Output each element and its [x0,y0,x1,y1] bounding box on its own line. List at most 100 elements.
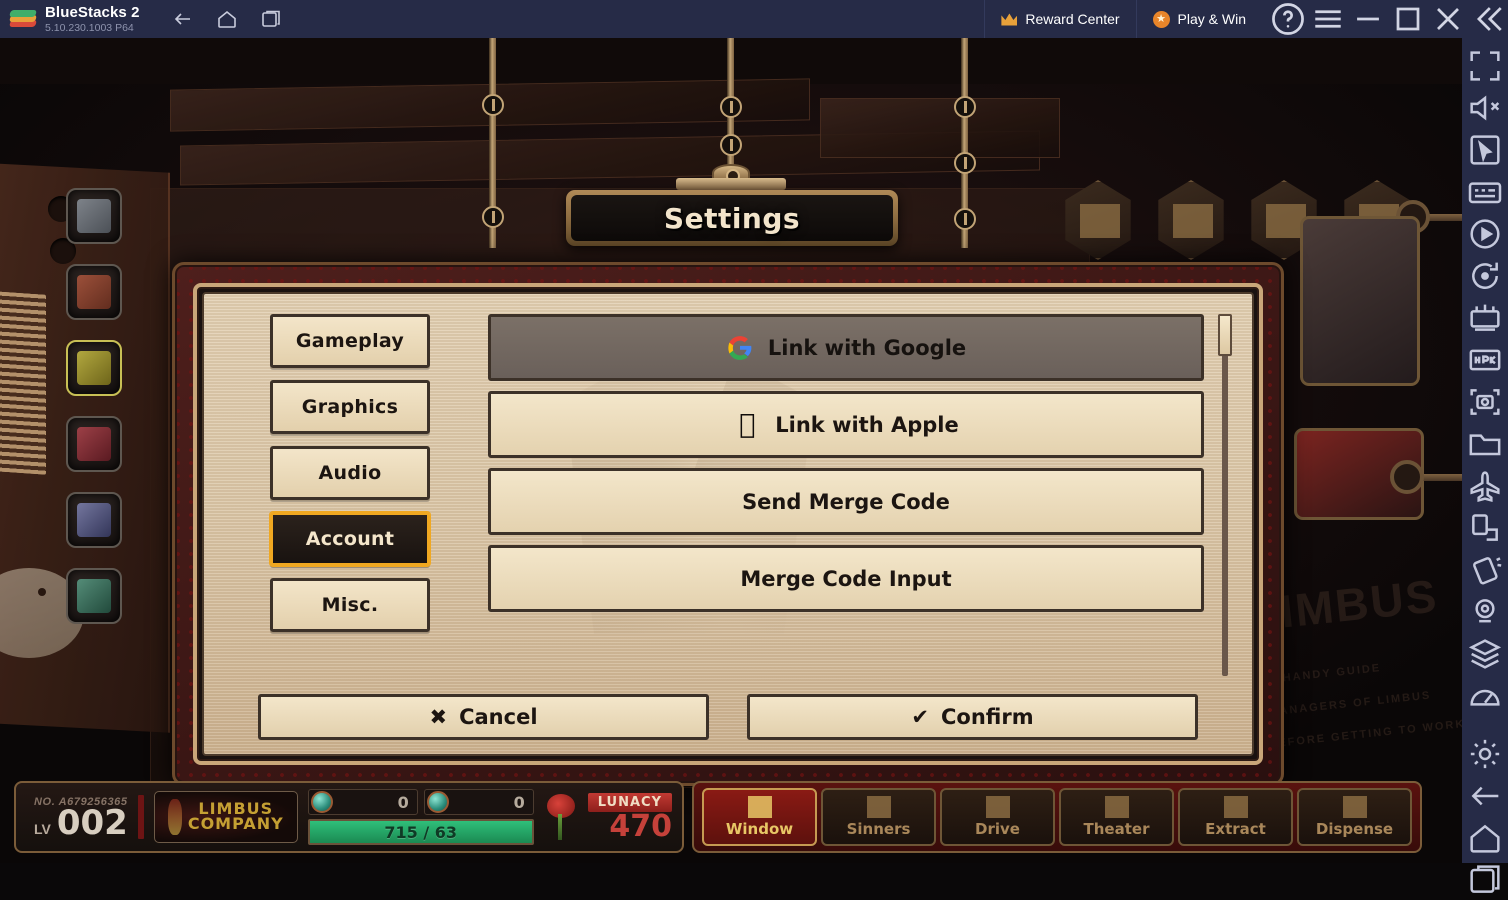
shake-button[interactable] [1465,550,1505,590]
tab-graphics[interactable]: Graphics [270,380,430,434]
ticket-orb-icon [310,791,333,813]
tab-misc-label: Misc. [321,594,379,616]
game-viewport: LIMBUS A HANDY GUIDE MANAGERS OF LIMBUS … [0,38,1462,863]
nav-drive-button[interactable]: Drive [940,788,1055,846]
mute-button[interactable] [1465,88,1505,128]
scrollbar-thumb[interactable] [1218,314,1232,356]
tab-gameplay[interactable]: Gameplay [270,314,430,368]
menu-button[interactable] [1308,0,1348,38]
close-button[interactable] [1428,0,1468,38]
cursor-mode-button[interactable] [1465,130,1505,170]
settings-dialog: Gameplay Graphics Audio Account Misc. Li… [172,262,1284,786]
character-card-1[interactable] [1300,216,1420,386]
theater-icon [1104,796,1129,818]
chain-joint-l2 [482,206,504,228]
settings-button[interactable] [1465,734,1505,774]
limbus-company-logo: LIMBUS COMPANY [153,791,298,843]
google-g-icon [726,334,754,362]
maximize-button[interactable] [1388,0,1428,38]
settings-title-banner: Settings [566,190,898,246]
options-scrollbar[interactable] [1218,314,1232,680]
home-button[interactable] [216,8,238,30]
link-with-apple-button[interactable]:  Link with Apple [488,391,1204,458]
fullscreen-button[interactable] [1465,46,1505,86]
currency-module-chip[interactable]: 0 [423,789,534,815]
page-title: Settings [663,201,801,235]
screenshot-button[interactable] [1465,382,1505,422]
recents-button[interactable] [260,8,282,30]
keyboard-controls-button[interactable] [1465,172,1505,212]
chain-joint-r1 [954,96,976,118]
help-button[interactable] [1268,0,1308,38]
tab-misc[interactable]: Misc. [270,578,430,632]
reward-center-button[interactable]: Reward Center [984,0,1135,38]
bg-watermark-sub-2: MANAGERS OF LIMBUS [1267,689,1432,719]
nav-theater-label: Theater [1083,820,1150,838]
merge-code-input-button[interactable]: Merge Code Input [488,545,1204,612]
nav-window-button[interactable]: Window [702,788,817,846]
link-with-google-label: Link with Google [767,335,967,360]
sin-affinity-button-5[interactable] [66,492,122,548]
scrollbar-track[interactable] [1222,316,1228,676]
nav-sinners-label: Sinners [846,820,911,838]
settings-panel: Gameplay Graphics Audio Account Misc. Li… [202,292,1254,756]
chain-joint-c1 [720,96,742,118]
android-home-button[interactable] [1465,818,1505,858]
macro-recorder-button[interactable] [1465,214,1505,254]
apple-logo-icon:  [733,411,761,439]
tab-audio[interactable]: Audio [270,446,430,500]
layers-button[interactable] [1465,634,1505,674]
tab-account[interactable]: Account [270,512,430,566]
eco-mode-button[interactable] [1465,466,1505,506]
currency-1-value: 0 [397,792,409,812]
cancel-button[interactable]: ✖ Cancel [258,694,709,740]
dispense-crown-icon [1342,796,1367,818]
send-merge-code-label: Send Merge Code [742,489,950,514]
nav-theater-button[interactable]: Theater [1059,788,1174,846]
nav-sinners-button[interactable]: Sinners [821,788,936,846]
currency-2-value: 0 [513,792,525,812]
send-merge-code-button[interactable]: Send Merge Code [488,468,1204,535]
android-recents-button[interactable] [1465,860,1505,900]
play-and-win-label: Play & Win [1177,11,1246,27]
sin-affinity-button-4[interactable] [66,416,122,472]
merge-code-input-label: Merge Code Input [740,566,952,591]
resize-button[interactable] [1465,508,1505,548]
banner-base-plate [676,178,786,190]
sin-affinity-button-2[interactable] [66,264,122,320]
currency-group: 0 0 715 / 63 [307,789,534,845]
rotate-button[interactable] [1465,256,1505,296]
sin-affinity-button-3[interactable] [66,340,122,396]
confirm-button[interactable]: ✔ Confirm [747,694,1198,740]
settings-tab-list: Gameplay Graphics Audio Account Misc. [216,314,430,680]
nav-extract-label: Extract [1205,820,1266,838]
settings-panel-body: Gameplay Graphics Audio Account Misc. Li… [216,314,1240,680]
nav-dispense-label: Dispense [1315,820,1394,838]
play-and-win-button[interactable]: ★ Play & Win [1135,0,1262,38]
link-with-google-button[interactable]: Link with Google [488,314,1204,381]
nav-dispense-button[interactable]: Dispense [1297,788,1412,846]
android-back-button[interactable] [1465,776,1505,816]
chain-joint-r2 [954,152,976,174]
nav-extract-button[interactable]: Extract [1178,788,1293,846]
minimize-button[interactable] [1348,0,1388,38]
hud-divider [137,795,144,839]
check-mark-icon: ✔ [911,704,929,729]
collapse-sidebar-button[interactable] [1468,0,1508,38]
app-name: BlueStacks 2 [45,3,140,21]
tab-audio-label: Audio [318,462,382,484]
sin-affinity-button-6[interactable] [66,568,122,624]
rose-icon [544,794,578,840]
back-button[interactable] [172,8,194,30]
tab-graphics-label: Graphics [301,396,399,418]
media-manager-button[interactable] [1465,424,1505,464]
chain-joint-c2 [720,134,742,156]
location-button[interactable] [1465,592,1505,632]
chain-joint-r3 [954,208,976,230]
install-apk-button[interactable] [1465,340,1505,380]
currency-ticket-chip[interactable]: 0 [307,789,418,815]
account-options-list: Link with Google  Link with Apple Send … [488,314,1204,680]
multi-instance-button[interactable] [1465,298,1505,338]
performance-button[interactable] [1465,676,1505,716]
bg-watermark-sub-1: A HANDY GUIDE [1267,662,1382,686]
